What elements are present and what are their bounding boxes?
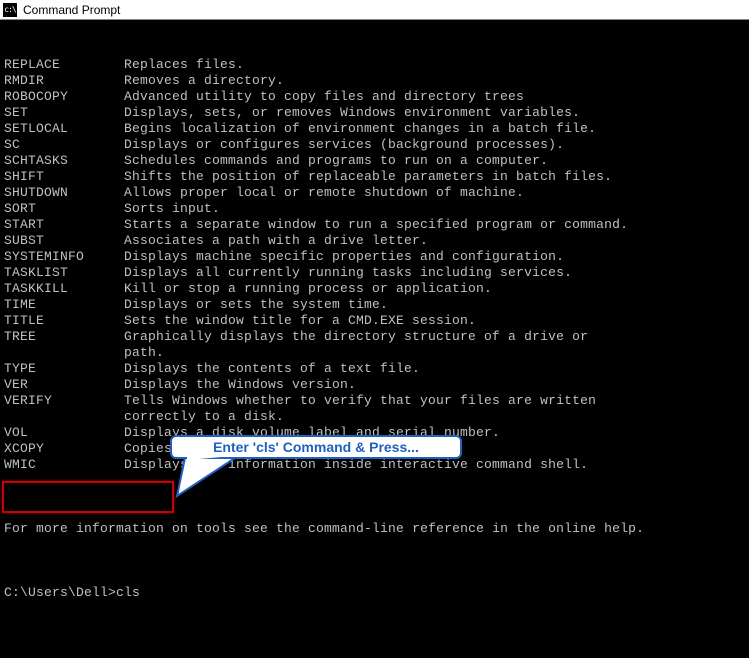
command-name: WMIC [4,457,124,473]
window-title: Command Prompt [23,3,120,17]
command-name: REPLACE [4,57,124,73]
command-desc: Displays all currently running tasks inc… [124,265,734,281]
command-name: SC [4,137,124,153]
command-desc: Displays, sets, or removes Windows envir… [124,105,734,121]
command-row: STARTStarts a separate window to run a s… [4,217,745,233]
command-desc: Displays machine specific properties and… [124,249,734,265]
command-desc: Graphically displays the directory struc… [124,329,734,345]
cmd-icon: c:\ [3,3,17,17]
command-row: SETLOCALBegins localization of environme… [4,121,745,137]
command-desc: Allows proper local or remote shutdown o… [124,185,734,201]
command-row: TASKLISTDisplays all currently running t… [4,265,745,281]
command-name: XCOPY [4,441,124,457]
command-desc: Starts a separate window to run a specif… [124,217,734,233]
command-desc: Displays or configures services (backgro… [124,137,734,153]
command-row: TITLESets the window title for a CMD.EXE… [4,313,745,329]
command-desc: Begins localization of environment chang… [124,121,734,137]
command-name: TITLE [4,313,124,329]
command-name: VER [4,377,124,393]
command-desc: Sets the window title for a CMD.EXE sess… [124,313,734,329]
command-row: VOLDisplays a disk volume label and seri… [4,425,745,441]
terminal-output[interactable]: REPLACEReplaces files.RMDIRRemoves a dir… [0,20,749,621]
command-row-continuation: path. [4,345,745,361]
command-desc: Displays WMI information inside interact… [124,457,734,473]
command-row: TIMEDisplays or sets the system time. [4,297,745,313]
command-name: SCHTASKS [4,153,124,169]
command-row: SHIFTShifts the position of replaceable … [4,169,745,185]
command-row: TYPEDisplays the contents of a text file… [4,361,745,377]
command-desc: Shifts the position of replaceable param… [124,169,734,185]
command-row: SHUTDOWNAllows proper local or remote sh… [4,185,745,201]
command-desc: Advanced utility to copy files and direc… [124,89,734,105]
prompt-line[interactable]: C:\Users\Dell>cls [4,585,745,601]
command-desc: Kill or stop a running process or applic… [124,281,734,297]
command-desc: Displays the Windows version. [124,377,734,393]
command-row: SCDisplays or configures services (backg… [4,137,745,153]
command-row: TASKKILLKill or stop a running process o… [4,281,745,297]
command-desc: Sorts input. [124,201,734,217]
prompt-input[interactable]: cls [116,585,140,600]
command-name: SORT [4,201,124,217]
command-name: TASKLIST [4,265,124,281]
command-row: RMDIRRemoves a directory. [4,73,745,89]
command-row: WMICDisplays WMI information inside inte… [4,457,745,473]
command-name: SHIFT [4,169,124,185]
command-desc: Associates a path with a drive letter. [124,233,734,249]
command-row: SYSTEMINFODisplays machine specific prop… [4,249,745,265]
command-row: SORTSorts input. [4,201,745,217]
command-name: SET [4,105,124,121]
command-name: VERIFY [4,393,124,409]
command-name: SUBST [4,233,124,249]
command-name: SETLOCAL [4,121,124,137]
command-row: SETDisplays, sets, or removes Windows en… [4,105,745,121]
command-desc: Replaces files. [124,57,734,73]
help-footer-line: For more information on tools see the co… [4,521,745,537]
command-name: VOL [4,425,124,441]
command-row: REPLACEReplaces files. [4,57,745,73]
command-desc: Tells Windows whether to verify that you… [124,393,734,409]
command-row: SCHTASKSSchedules commands and programs … [4,153,745,169]
command-row: VERDisplays the Windows version. [4,377,745,393]
command-name: SHUTDOWN [4,185,124,201]
command-row: XCOPYCopies files and directory trees. [4,441,745,457]
command-row: VERIFYTells Windows whether to verify th… [4,393,745,409]
command-desc: Displays a disk volume label and serial … [124,425,734,441]
command-desc: Schedules commands and programs to run o… [124,153,734,169]
command-name: TYPE [4,361,124,377]
prompt-path: C:\Users\Dell> [4,585,116,600]
command-desc: Displays or sets the system time. [124,297,734,313]
window-titlebar[interactable]: c:\ Command Prompt [0,0,749,20]
command-row-continuation: correctly to a disk. [4,409,745,425]
command-desc-continuation: path. [124,345,734,361]
command-name: TIME [4,297,124,313]
command-row: ROBOCOPYAdvanced utility to copy files a… [4,89,745,105]
command-name: START [4,217,124,233]
command-name: RMDIR [4,73,124,89]
command-name: ROBOCOPY [4,89,124,105]
command-desc: Removes a directory. [124,73,734,89]
command-row: TREEGraphically displays the directory s… [4,329,745,345]
command-name: TASKKILL [4,281,124,297]
command-row: SUBSTAssociates a path with a drive lett… [4,233,745,249]
command-name: TREE [4,329,124,345]
command-desc: Displays the contents of a text file. [124,361,734,377]
command-desc-continuation: correctly to a disk. [124,409,734,425]
command-desc: Copies files and directory trees. [124,441,734,457]
command-name: SYSTEMINFO [4,249,124,265]
